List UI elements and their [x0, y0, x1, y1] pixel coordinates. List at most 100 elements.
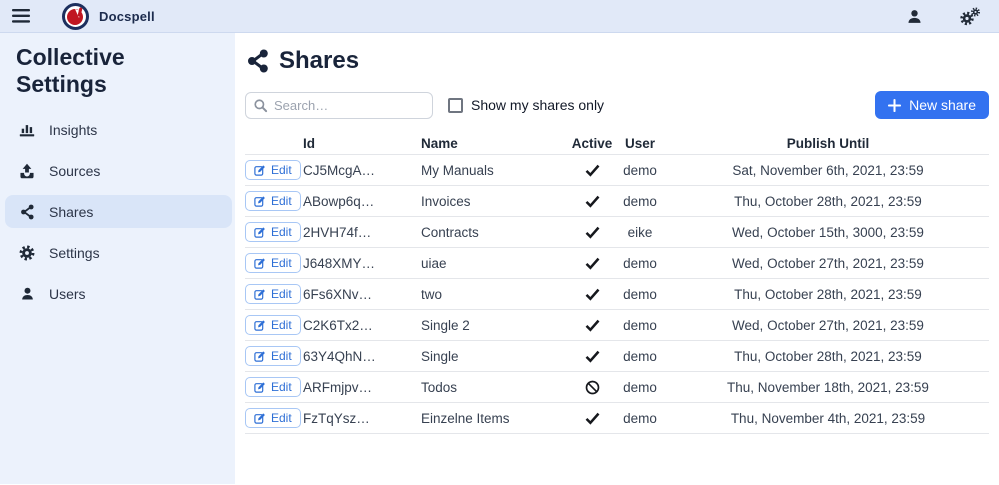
share-user: demo [613, 194, 667, 209]
gears-icon [959, 7, 981, 26]
search-box [245, 92, 433, 119]
share-publish-until: Thu, November 18th, 2021, 23:59 [667, 380, 989, 395]
page-title: Shares [279, 47, 359, 75]
sidebar-item-label: Shares [49, 204, 93, 220]
share-publish-until: Thu, October 28th, 2021, 23:59 [667, 194, 989, 209]
inactive-ban-icon [585, 380, 600, 395]
account-button[interactable] [906, 8, 923, 25]
gear-icon [19, 245, 35, 261]
share-id: 2HVH74f… [303, 225, 421, 240]
share-name: Single 2 [421, 318, 571, 333]
table-row: Edit 63Y4QhN… Single demo Thu, October 2… [245, 341, 989, 372]
share-active [571, 256, 613, 270]
share-id: C2K6Tx2… [303, 318, 421, 333]
edit-button[interactable]: Edit [245, 408, 301, 428]
active-check-icon [585, 225, 600, 239]
share-publish-until: Thu, October 28th, 2021, 23:59 [667, 287, 989, 302]
share-user: demo [613, 318, 667, 333]
edit-button[interactable]: Edit [245, 346, 301, 366]
edit-pencil-icon [254, 288, 266, 300]
share-publish-until: Thu, November 4th, 2021, 23:59 [667, 411, 989, 426]
user-icon [906, 8, 923, 25]
share-id: 63Y4QhN… [303, 349, 421, 364]
column-header-user: User [613, 136, 667, 151]
share-publish-until: Sat, November 6th, 2021, 23:59 [667, 163, 989, 178]
edit-button[interactable]: Edit [245, 191, 301, 211]
active-check-icon [585, 256, 600, 270]
edit-pencil-icon [254, 195, 266, 207]
share-publish-until: Thu, October 28th, 2021, 23:59 [667, 349, 989, 364]
sidebar: Collective Settings Insights Sources [0, 33, 235, 484]
upload-icon [19, 163, 35, 179]
column-header-name: Name [421, 136, 571, 151]
edit-button-label: Edit [271, 256, 292, 270]
share-id: FzTqYsz… [303, 411, 421, 426]
edit-pencil-icon [254, 350, 266, 362]
table-body: Edit CJ5McgA… My Manuals demo Sat, Novem… [245, 155, 989, 434]
edit-button[interactable]: Edit [245, 315, 301, 335]
sidebar-item-sources[interactable]: Sources [5, 154, 232, 187]
share-active [571, 163, 613, 177]
app-logo[interactable] [62, 3, 89, 30]
plus-icon [888, 99, 901, 112]
sidebar-item-users[interactable]: Users [5, 277, 232, 310]
share-id: CJ5McgA… [303, 163, 421, 178]
edit-button[interactable]: Edit [245, 377, 301, 397]
share-user: eike [613, 225, 667, 240]
edit-button[interactable]: Edit [245, 284, 301, 304]
edit-pencil-icon [254, 319, 266, 331]
sidebar-item-shares[interactable]: Shares [5, 195, 232, 228]
column-header-active: Active [571, 136, 613, 151]
edit-button-label: Edit [271, 349, 292, 363]
show-my-shares-checkbox[interactable] [448, 98, 463, 113]
show-my-shares-toggle[interactable]: Show my shares only [448, 97, 604, 113]
share-name: Einzelne Items [421, 411, 571, 426]
edit-button-label: Edit [271, 225, 292, 239]
share-icon [247, 49, 269, 73]
toolbar: Show my shares only New share [245, 91, 989, 119]
active-check-icon [585, 194, 600, 208]
share-name: Invoices [421, 194, 571, 209]
edit-button[interactable]: Edit [245, 160, 301, 180]
edit-button-label: Edit [271, 163, 292, 177]
share-name: uiae [421, 256, 571, 271]
edit-pencil-icon [254, 164, 266, 176]
hamburger-icon [12, 9, 30, 23]
checkbox-label: Show my shares only [471, 97, 604, 113]
topbar: Docspell [0, 0, 999, 33]
edit-pencil-icon [254, 381, 266, 393]
sidebar-item-label: Sources [49, 163, 100, 179]
new-share-label: New share [909, 97, 976, 113]
new-share-button[interactable]: New share [875, 91, 989, 119]
table-row: Edit J648XMY… uiae demo Wed, October 27t… [245, 248, 989, 279]
active-check-icon [585, 318, 600, 332]
table-header-row: Id Name Active User Publish Until [245, 133, 989, 155]
share-name: Todos [421, 380, 571, 395]
edit-button-label: Edit [271, 318, 292, 332]
share-user: demo [613, 287, 667, 302]
settings-menu-button[interactable] [959, 7, 981, 26]
edit-pencil-icon [254, 257, 266, 269]
share-name: Contracts [421, 225, 571, 240]
hamburger-menu-button[interactable] [12, 9, 30, 23]
share-active [571, 287, 613, 301]
page-header: Shares [247, 47, 989, 75]
edit-button-label: Edit [271, 287, 292, 301]
edit-button-label: Edit [271, 194, 292, 208]
sidebar-item-label: Insights [49, 122, 97, 138]
sidebar-item-insights[interactable]: Insights [5, 113, 232, 146]
search-icon [253, 98, 268, 113]
edit-button[interactable]: Edit [245, 222, 301, 242]
edit-button-label: Edit [271, 411, 292, 425]
column-header-publish-until: Publish Until [667, 136, 989, 151]
table-row: Edit CJ5McgA… My Manuals demo Sat, Novem… [245, 155, 989, 186]
table-row: Edit C2K6Tx2… Single 2 demo Wed, October… [245, 310, 989, 341]
docspell-logo-icon [62, 3, 89, 30]
sidebar-item-settings[interactable]: Settings [5, 236, 232, 269]
share-user: demo [613, 349, 667, 364]
search-input[interactable] [245, 92, 433, 119]
share-active [571, 194, 613, 208]
share-name: two [421, 287, 571, 302]
sidebar-item-label: Users [49, 286, 86, 302]
edit-button[interactable]: Edit [245, 253, 301, 273]
